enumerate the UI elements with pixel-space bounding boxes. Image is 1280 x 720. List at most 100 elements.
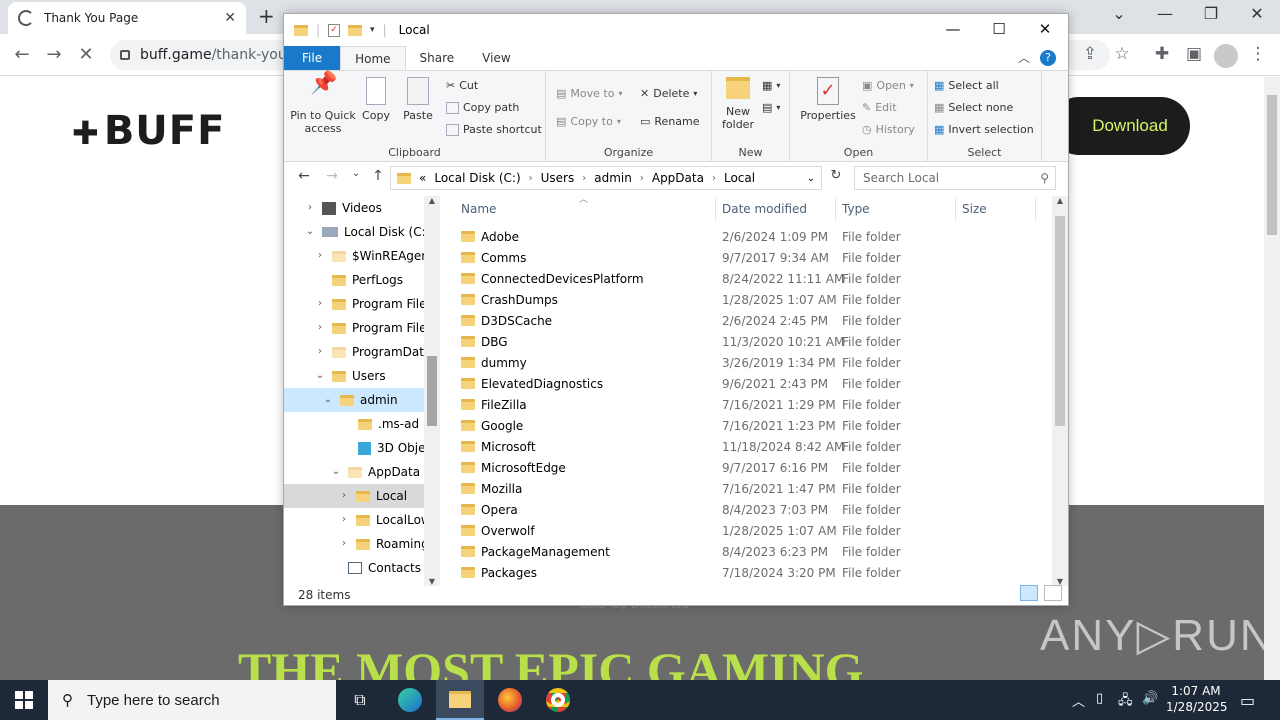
- file-row[interactable]: ConnectedDevicesPlatform 8/24/2022 11:11 …: [461, 268, 1041, 289]
- ribbon-collapse-icon[interactable]: ︿: [1018, 46, 1030, 70]
- refresh-icon[interactable]: ↻: [826, 168, 846, 183]
- new-folder-icon[interactable]: [348, 24, 363, 36]
- file-explorer-taskbar-button[interactable]: [436, 680, 484, 720]
- nav-item-locallow[interactable]: › LocalLow: [338, 508, 431, 532]
- nav-item-contacts[interactable]: Contacts: [330, 556, 421, 580]
- nav-scrollbar-thumb[interactable]: [427, 356, 437, 426]
- notifications-icon[interactable]: ▭: [1240, 691, 1255, 710]
- file-row[interactable]: Packages 7/18/2024 3:20 PM File folder: [461, 562, 1041, 583]
- explorer-close-button[interactable]: ✕: [1022, 14, 1068, 44]
- crumb-appdata[interactable]: AppData: [652, 171, 704, 185]
- crumb-admin[interactable]: admin: [594, 171, 632, 185]
- taskbar-search-box[interactable]: ⚲ Type here to search: [48, 680, 336, 720]
- file-row[interactable]: Google 7/16/2021 1:23 PM File folder: [461, 415, 1041, 436]
- nav-item-users[interactable]: ⌄ Users: [314, 364, 386, 388]
- file-row[interactable]: PackageManagement 8/4/2023 6:23 PM File fo…: [461, 541, 1041, 562]
- select-none-button[interactable]: ▦ Select none: [934, 101, 1013, 114]
- file-list-scrollbar[interactable]: ▲ ▼: [1052, 196, 1068, 586]
- start-button[interactable]: [0, 680, 48, 720]
- recent-locations-icon[interactable]: ⌄: [346, 168, 366, 179]
- file-row[interactable]: Overwolf 1/28/2025 1:07 AM File folder: [461, 520, 1041, 541]
- tab-search-button[interactable]: ⌄: [1104, 4, 1134, 23]
- back-icon[interactable]: ←: [10, 44, 34, 65]
- properties-icon[interactable]: ✓: [328, 23, 341, 37]
- tray-overflow-icon[interactable]: ︿: [1072, 691, 1085, 710]
- edit-button[interactable]: ✎ Edit: [862, 101, 897, 114]
- scroll-down-icon[interactable]: ▼: [424, 577, 440, 586]
- paste-shortcut-button[interactable]: Paste shortcut: [446, 123, 542, 136]
- file-row[interactable]: FileZilla 7/16/2021 1:29 PM File folder: [461, 394, 1041, 415]
- tab-close-icon[interactable]: ✕: [224, 10, 236, 26]
- crumb-local-disk[interactable]: Local Disk (C:): [434, 171, 520, 185]
- column-type-header[interactable]: Type: [842, 202, 870, 216]
- up-arrow-icon[interactable]: ↑: [368, 168, 388, 184]
- profile-avatar[interactable]: [1214, 44, 1238, 68]
- file-row[interactable]: D3DSCache 2/6/2024 2:45 PM File folder: [461, 310, 1041, 331]
- column-date-header[interactable]: Date modified: [722, 202, 807, 216]
- forward-arrow-icon[interactable]: →: [322, 168, 342, 184]
- nav-item-ms-ad[interactable]: .ms-ad: [340, 412, 419, 436]
- nav-item-perflogs[interactable]: PerfLogs: [314, 268, 403, 292]
- side-panel-icon[interactable]: ▣: [1182, 44, 1206, 64]
- back-arrow-icon[interactable]: ←: [294, 168, 314, 184]
- file-row[interactable]: Comms 9/7/2017 9:34 AM File folder: [461, 247, 1041, 268]
- file-row[interactable]: DBG 11/3/2020 10:21 AM File folder: [461, 331, 1041, 352]
- file-row[interactable]: ElevatedDiagnostics 9/6/2021 2:43 PM File …: [461, 373, 1041, 394]
- file-row[interactable]: Mozilla 7/16/2021 1:47 PM File folder: [461, 478, 1041, 499]
- details-view-icon[interactable]: [1020, 585, 1038, 601]
- tab-share[interactable]: Share: [406, 46, 469, 70]
- nav-item-local-disk[interactable]: ⌄ Local Disk (C:): [304, 220, 431, 244]
- nav-item-program-files-x86[interactable]: › Program Files: [314, 316, 433, 340]
- nav-pane-scrollbar[interactable]: ▲ ▼: [424, 196, 440, 586]
- new-folder-button[interactable]: New folder: [718, 77, 758, 131]
- page-scrollbar-thumb[interactable]: [1267, 95, 1277, 235]
- scroll-up-icon[interactable]: ▲: [424, 196, 440, 205]
- buff-logo[interactable]: ✚ BUFF: [72, 108, 225, 154]
- explorer-search-input[interactable]: Search Local ⚲: [854, 166, 1056, 190]
- copy-to-button[interactable]: ▤ Copy to ▾: [556, 115, 621, 128]
- explorer-minimize-button[interactable]: —: [930, 14, 976, 44]
- rename-button[interactable]: ▭ Rename: [640, 115, 700, 128]
- copy-path-button[interactable]: Copy path: [446, 101, 519, 114]
- nav-item-appdata[interactable]: ⌄ AppData: [330, 460, 420, 484]
- address-overflow[interactable]: «: [419, 171, 426, 185]
- file-scrollbar-thumb[interactable]: [1055, 216, 1065, 426]
- properties-button[interactable]: ✓ Properties: [798, 77, 858, 122]
- delete-button[interactable]: ✕ Delete ▾: [640, 87, 697, 100]
- customize-qat-icon[interactable]: ▾: [370, 25, 375, 35]
- firefox-taskbar-button[interactable]: [486, 680, 534, 720]
- select-all-button[interactable]: ▦ Select all: [934, 79, 999, 92]
- download-button[interactable]: Download: [1050, 97, 1190, 155]
- menu-icon[interactable]: ⋮: [1246, 44, 1270, 64]
- new-item-button[interactable]: ▦ ▾: [762, 79, 780, 92]
- column-size-header[interactable]: Size: [962, 202, 987, 216]
- nav-item-programdata[interactable]: › ProgramData: [314, 340, 431, 364]
- explorer-address-bar[interactable]: « Local Disk (C:) › Users › admin › AppD…: [390, 166, 822, 190]
- nav-item-local[interactable]: › Local: [284, 484, 424, 508]
- open-button[interactable]: ▣ Open ▾: [862, 79, 914, 92]
- taskbar-clock[interactable]: 1:07 AM 1/28/2025: [1166, 683, 1228, 715]
- column-divider[interactable]: [835, 198, 836, 220]
- nav-item-program-files[interactable]: › Program Files: [314, 292, 433, 316]
- column-name-header[interactable]: Name: [461, 202, 496, 216]
- tray-device-icon[interactable]: ▯: [1096, 691, 1103, 706]
- forward-icon[interactable]: →: [42, 44, 66, 65]
- tab-view[interactable]: View: [468, 46, 524, 70]
- scroll-up-icon[interactable]: ▲: [1052, 196, 1068, 205]
- volume-icon[interactable]: 🔊: [1142, 691, 1158, 706]
- edge-taskbar-button[interactable]: [386, 680, 434, 720]
- easy-access-button[interactable]: ▤ ▾: [762, 101, 780, 114]
- chrome-taskbar-button[interactable]: [534, 680, 582, 720]
- file-row[interactable]: dummy 3/26/2019 1:34 PM File folder: [461, 352, 1041, 373]
- large-icons-view-icon[interactable]: [1044, 585, 1062, 601]
- nav-item-admin[interactable]: ⌄ admin: [284, 388, 424, 412]
- browser-minimize-button[interactable]: —: [1150, 4, 1180, 23]
- column-divider[interactable]: [955, 198, 956, 220]
- nav-item-roaming[interactable]: › Roaming: [338, 532, 429, 556]
- file-row[interactable]: Opera 8/4/2023 7:03 PM File folder: [461, 499, 1041, 520]
- share-icon[interactable]: ⇪: [1078, 44, 1102, 64]
- cut-button[interactable]: ✂ Cut: [446, 79, 478, 92]
- invert-selection-button[interactable]: ▦ Invert selection: [934, 123, 1034, 136]
- browser-tab[interactable]: Thank You Page ✕: [8, 2, 246, 34]
- task-view-button[interactable]: ⧉: [336, 680, 384, 720]
